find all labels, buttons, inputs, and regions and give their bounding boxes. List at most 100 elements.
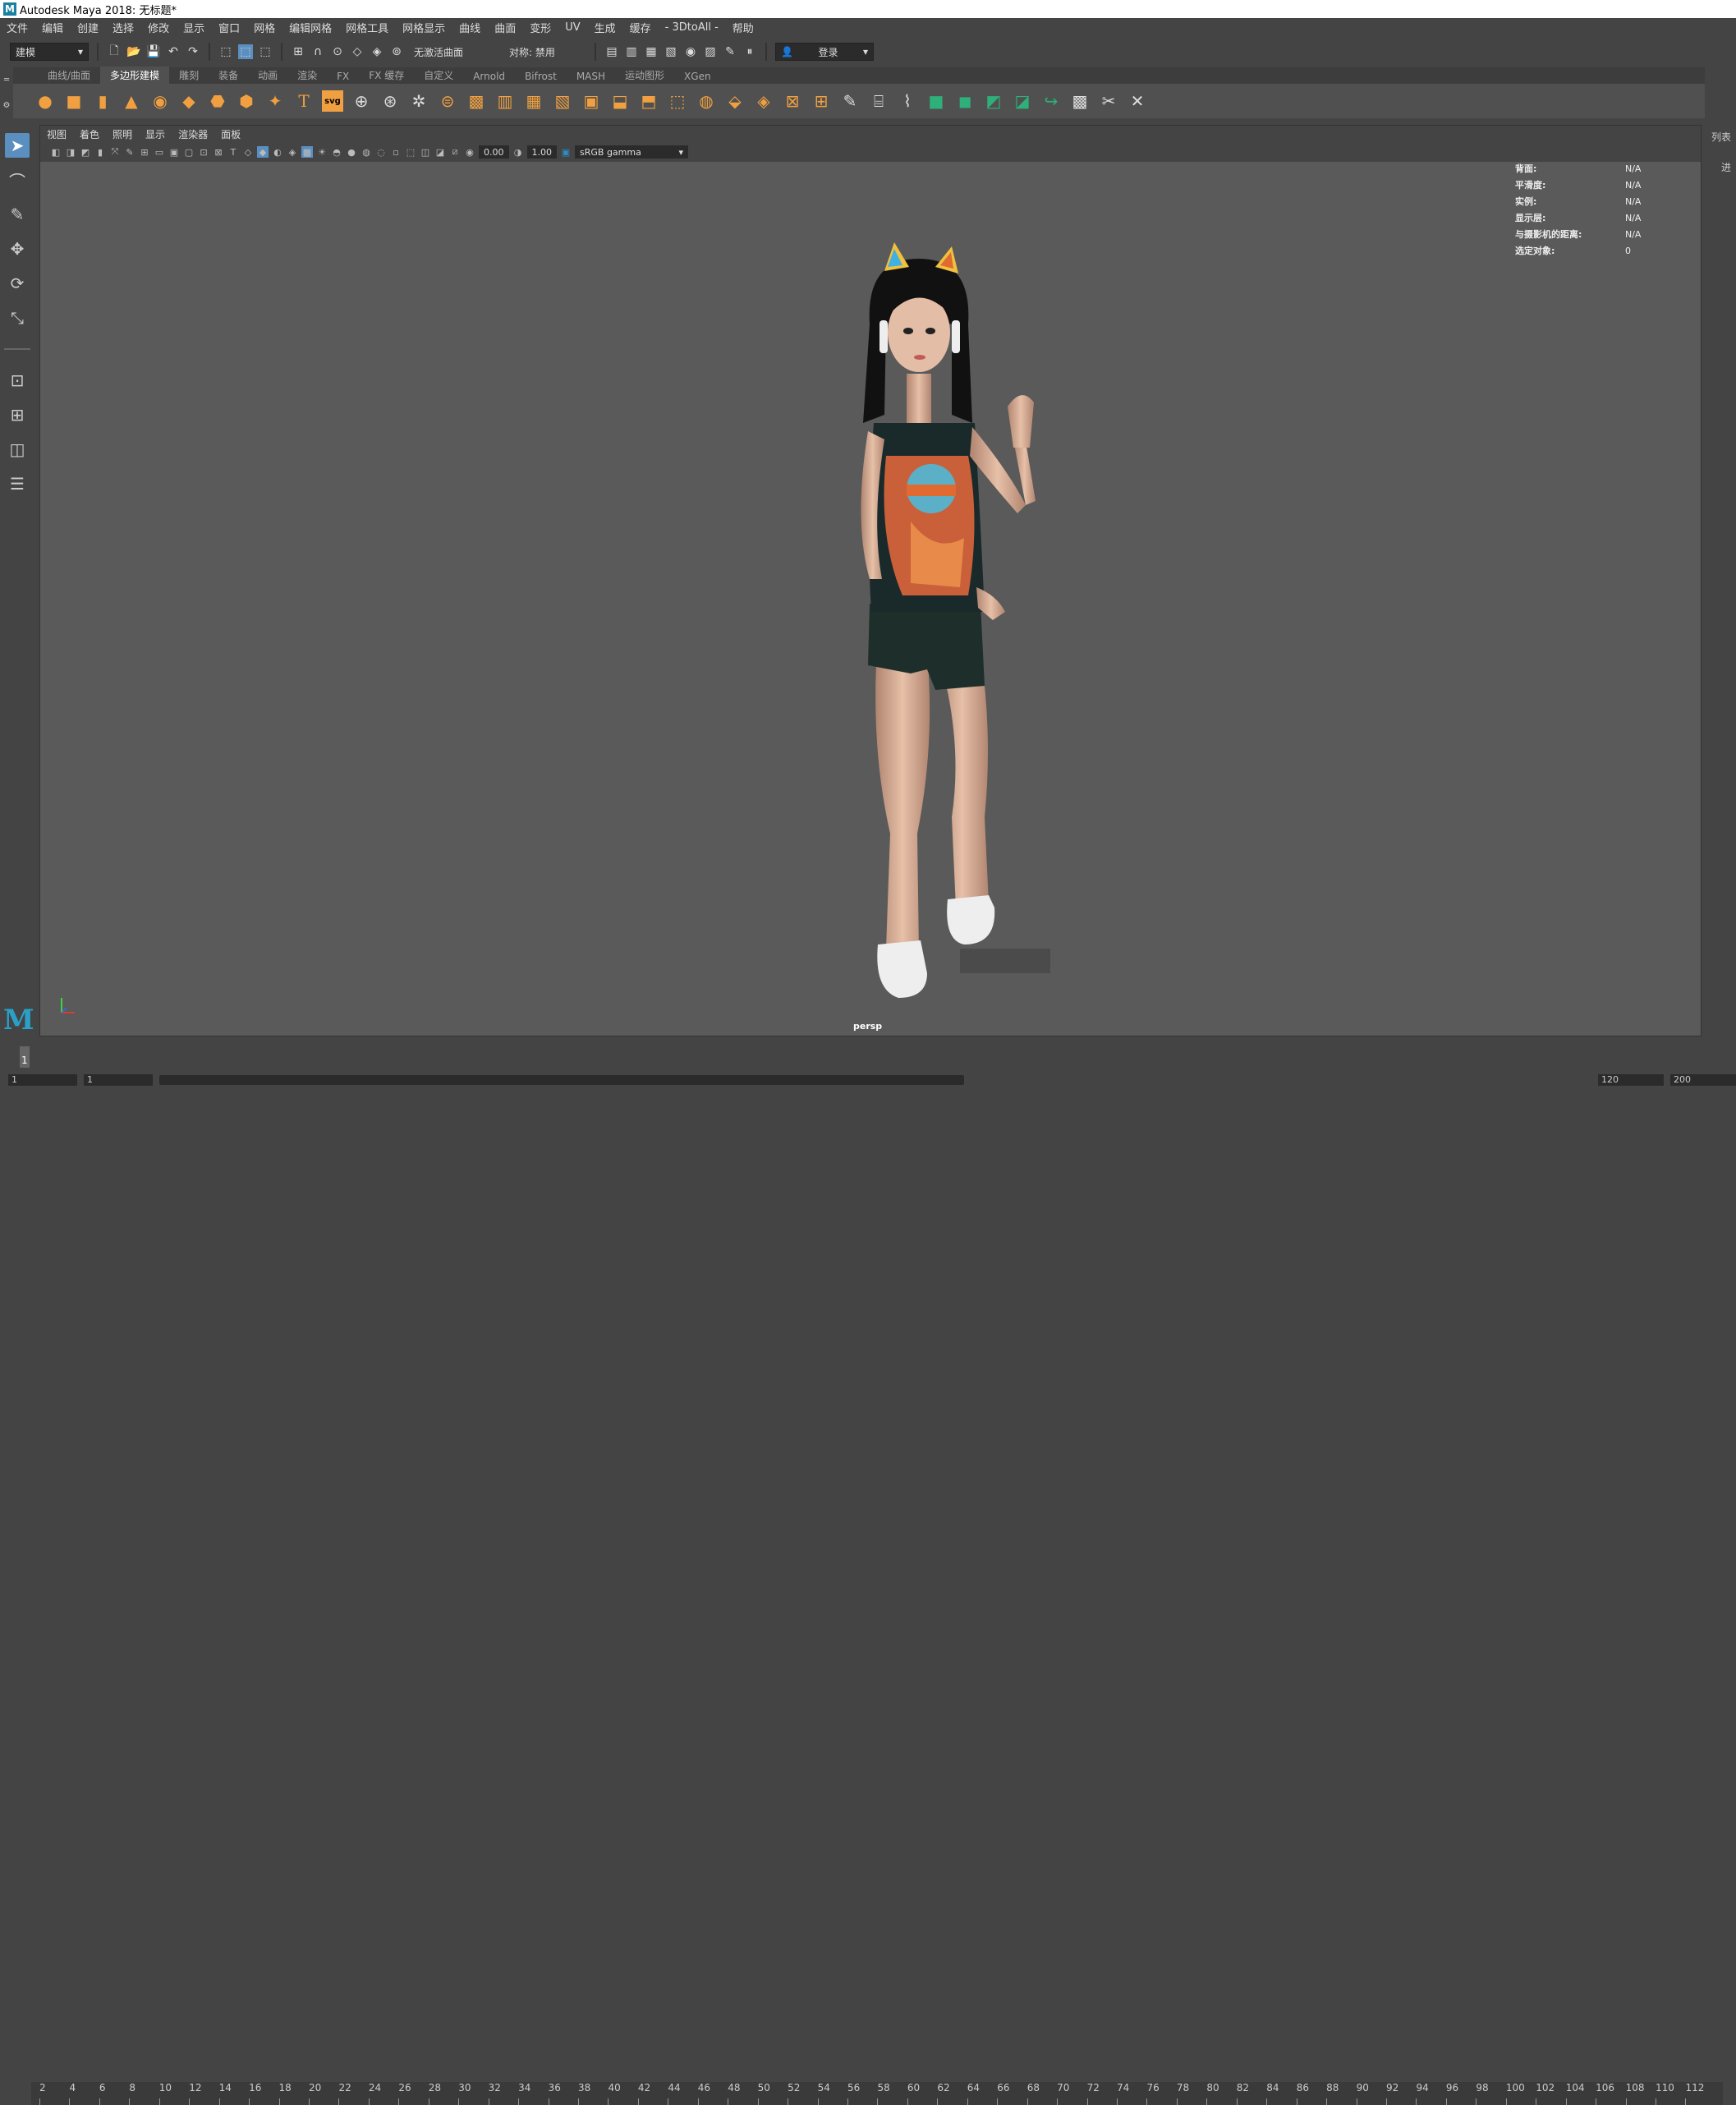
xray-icon[interactable]: ◫ bbox=[420, 146, 431, 158]
menu-item[interactable]: 生成 bbox=[595, 20, 616, 35]
viewport-panel[interactable]: 视图 着色 照明 显示 渲染器 面板 ◧ ◨ ◩ ▮ ⤧ ✎ ⊞ ▭ ▣ ▢ ⊡ ⊠ T … bbox=[39, 125, 1702, 1036]
uv-planar-icon[interactable]: ■ bbox=[925, 90, 947, 112]
combine-icon[interactable]: ⊜ bbox=[437, 90, 458, 112]
menu-item[interactable]: 网格显示 bbox=[402, 20, 445, 35]
triangulate-icon[interactable]: ⊠ bbox=[782, 90, 803, 112]
separate-icon[interactable]: ▩ bbox=[466, 90, 487, 112]
panel-menu-item[interactable]: 显示 bbox=[145, 127, 165, 141]
range-slider[interactable] bbox=[159, 1074, 964, 1085]
uv-cut-icon[interactable]: ✂ bbox=[1098, 90, 1119, 112]
uv-checker-icon[interactable]: ▩ bbox=[1069, 90, 1091, 112]
insert-loop-icon[interactable]: ⌇ bbox=[897, 90, 918, 112]
new-scene-icon[interactable]: 🗋 bbox=[107, 44, 122, 59]
image-plane-icon[interactable]: ▮ bbox=[94, 146, 106, 158]
poly-torus-icon[interactable]: ◉ bbox=[149, 90, 171, 112]
extrude-icon[interactable]: ⬓ bbox=[609, 90, 631, 112]
bookmarks-icon[interactable]: ◩ bbox=[80, 146, 91, 158]
mirror-icon[interactable]: ▥ bbox=[494, 90, 516, 112]
scale-tool-icon[interactable]: ⤡ bbox=[5, 306, 30, 330]
shelf-tab[interactable]: 多边形建模 bbox=[100, 67, 170, 84]
panel-menu-item[interactable]: 照明 bbox=[113, 127, 132, 141]
shelf-tab[interactable]: FX bbox=[327, 69, 359, 84]
textured-icon[interactable]: ▩ bbox=[301, 146, 313, 158]
shelf-tab[interactable]: 动画 bbox=[248, 67, 287, 84]
render-setup-icon[interactable]: ▨ bbox=[703, 44, 718, 59]
playback-start-field[interactable]: 1 bbox=[84, 1073, 153, 1086]
multi-cut-icon[interactable]: ✎ bbox=[839, 90, 861, 112]
color-space-dropdown[interactable]: sRGB gamma ▾ bbox=[575, 145, 688, 159]
open-scene-icon[interactable]: 📂 bbox=[126, 44, 141, 59]
freeze-transform-icon[interactable]: ✲ bbox=[408, 90, 429, 112]
uv-unfold-icon[interactable]: ↪ bbox=[1040, 90, 1062, 112]
snap-surface-icon[interactable]: ◈ bbox=[370, 44, 384, 59]
use-default-material-icon[interactable]: ◐ bbox=[272, 146, 283, 158]
shelf-tab[interactable]: XGen bbox=[674, 69, 721, 84]
render-settings-icon[interactable]: ▧ bbox=[664, 44, 678, 59]
xray-active-icon[interactable]: ◪ bbox=[434, 146, 446, 158]
symmetry-field[interactable]: 对称: 禁用 bbox=[504, 43, 586, 61]
save-scene-icon[interactable]: 💾 bbox=[146, 44, 161, 59]
merge-icon[interactable]: ⬙ bbox=[724, 90, 746, 112]
poly-cube-icon[interactable]: ■ bbox=[63, 90, 85, 112]
super-shape-icon[interactable]: ✦ bbox=[264, 90, 286, 112]
move-tool-icon[interactable]: ✥ bbox=[5, 237, 30, 261]
menu-item[interactable]: 修改 bbox=[148, 20, 169, 35]
select-object-icon[interactable]: ⬚ bbox=[238, 44, 253, 59]
object-center-icon[interactable]: ⊕ bbox=[351, 90, 372, 112]
snap-curve-icon[interactable]: ∩ bbox=[310, 44, 325, 59]
live-surface-field[interactable]: 无激活曲面 bbox=[409, 43, 499, 61]
redo-icon[interactable]: ↷ bbox=[186, 44, 200, 59]
menu-item[interactable]: 编辑网格 bbox=[289, 20, 332, 35]
safe-action-icon[interactable]: ⊠ bbox=[213, 146, 224, 158]
anti-aliasing-icon[interactable]: ◌ bbox=[375, 146, 387, 158]
boolean-icon[interactable]: ▣ bbox=[581, 90, 602, 112]
menu-item[interactable]: 曲面 bbox=[494, 20, 516, 35]
uv-sew-icon[interactable]: ✕ bbox=[1127, 90, 1148, 112]
persp-outliner-layout-icon[interactable]: ◫ bbox=[5, 437, 30, 462]
paint-select-icon[interactable]: ✎ bbox=[5, 202, 30, 227]
lasso-tool-icon[interactable]: ⌒ bbox=[5, 168, 30, 192]
exposure-field[interactable]: 0.00 bbox=[479, 145, 509, 159]
svg-icon[interactable]: svg bbox=[322, 90, 343, 112]
type-text-icon[interactable]: T bbox=[293, 90, 315, 112]
safe-title-icon[interactable]: T bbox=[227, 146, 239, 158]
anim-end-field[interactable]: 200 bbox=[1670, 1073, 1736, 1086]
render-frame-icon[interactable]: ▥ bbox=[624, 44, 639, 59]
attribute-tab[interactable]: 进 bbox=[1711, 160, 1731, 174]
snap-grid-icon[interactable]: ⊞ bbox=[291, 44, 305, 59]
gamma-field[interactable]: 1.00 bbox=[526, 145, 557, 159]
rotate-tool-icon[interactable]: ⟳ bbox=[5, 271, 30, 296]
depth-of-field-icon[interactable]: ▫ bbox=[390, 146, 402, 158]
snap-view-icon[interactable]: ◇ bbox=[350, 44, 365, 59]
smooth-shade-icon[interactable]: ◆ bbox=[257, 146, 269, 158]
append-polygon-icon[interactable]: ◈ bbox=[753, 90, 774, 112]
shelf-tab[interactable]: 雕刻 bbox=[169, 67, 209, 84]
menu-item[interactable]: 曲线 bbox=[459, 20, 480, 35]
menu-item[interactable]: 变形 bbox=[530, 20, 551, 35]
render-view-icon[interactable]: ▤ bbox=[604, 44, 619, 59]
field-chart-icon[interactable]: ⊡ bbox=[198, 146, 209, 158]
four-view-layout-icon[interactable]: ⊞ bbox=[5, 402, 30, 427]
shelf-tabs-menu-icon[interactable]: ═ bbox=[4, 76, 9, 85]
shelf-tab[interactable]: Arnold bbox=[463, 69, 515, 84]
shelf-tab[interactable]: Bifrost bbox=[515, 69, 567, 84]
ipr-render-icon[interactable]: ▦ bbox=[644, 44, 659, 59]
screen-space-ao-icon[interactable]: ● bbox=[346, 146, 357, 158]
single-perspective-layout-icon[interactable]: ⊡ bbox=[5, 368, 30, 393]
uv-automatic-icon[interactable]: ◪ bbox=[1012, 90, 1033, 112]
film-gate-icon[interactable]: ▭ bbox=[154, 146, 165, 158]
select-component-icon[interactable]: ⬚ bbox=[258, 44, 273, 59]
shelf-tab[interactable]: 装备 bbox=[209, 67, 248, 84]
panel-menu-item[interactable]: 面板 bbox=[221, 127, 241, 141]
uv-cylindrical-icon[interactable]: ◼ bbox=[954, 90, 976, 112]
channel-list-tab[interactable]: 列表 bbox=[1711, 130, 1731, 144]
time-slider[interactable]: 2 4 6 8 10 12 14 16 18 20 22 24 26 28 30 32 34 36 38 40 42 44… bbox=[0, 1040, 1736, 2105]
bridge-icon[interactable]: ⬚ bbox=[667, 90, 688, 112]
menu-item[interactable]: 网格工具 bbox=[346, 20, 388, 35]
select-tool-icon[interactable]: ➤ bbox=[5, 133, 30, 158]
menu-item[interactable]: 选择 bbox=[113, 20, 134, 35]
fill-hole-icon[interactable]: ◍ bbox=[696, 90, 717, 112]
time-ruler[interactable]: 2 4 6 8 10 12 14 16 18 20 22 24 26 28 30 32 34 36 38 40 42 44… bbox=[31, 2082, 1723, 2105]
shelf-tab[interactable]: 渲染 bbox=[287, 67, 327, 84]
panel-menu-item[interactable]: 着色 bbox=[80, 127, 99, 141]
